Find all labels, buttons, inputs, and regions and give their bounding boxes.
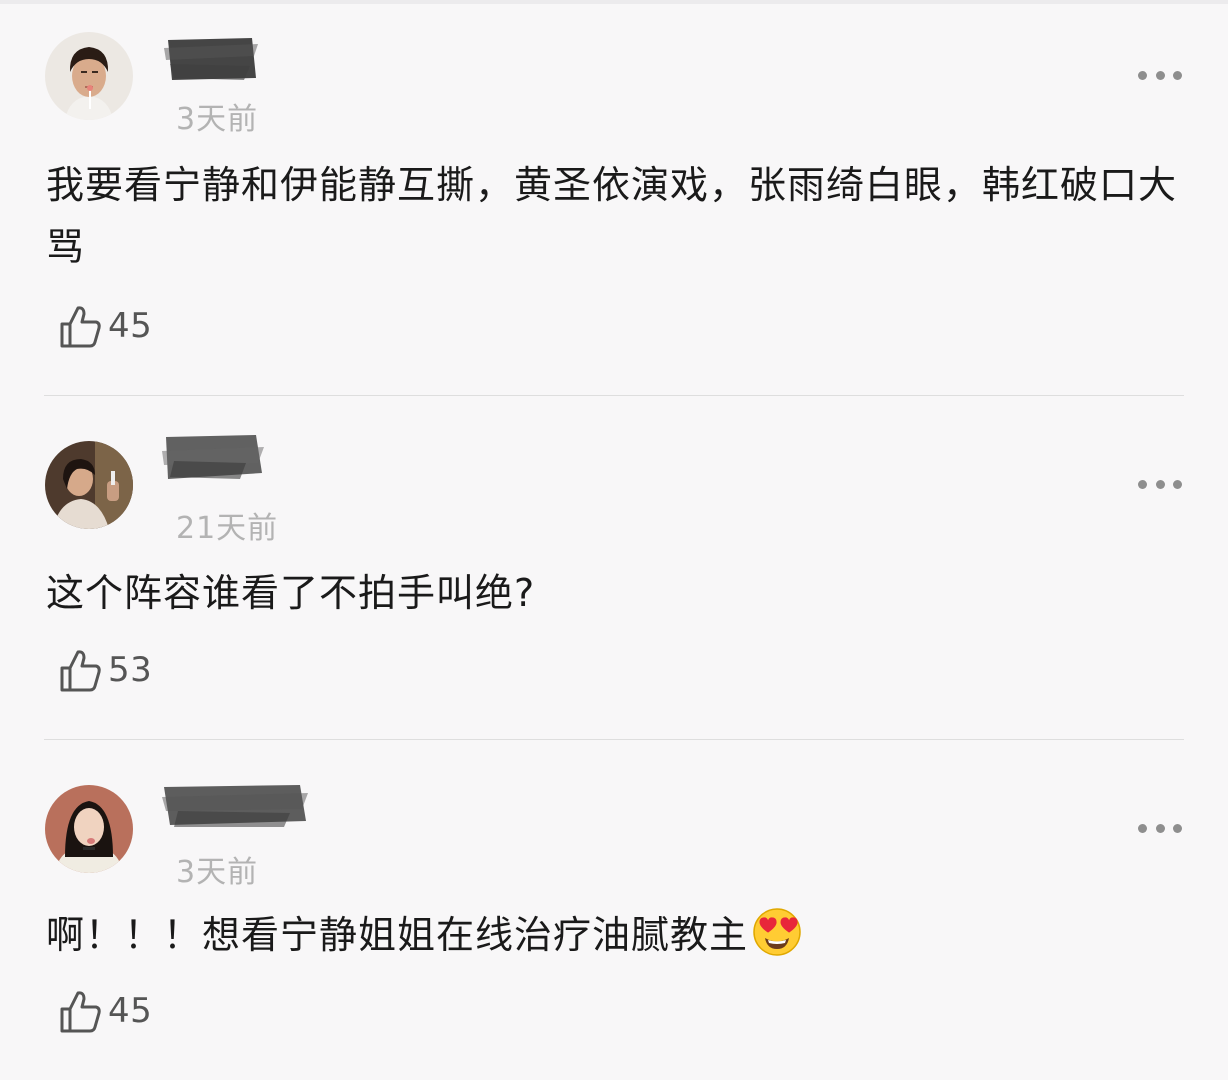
username-redacted[interactable] — [160, 781, 310, 829]
comment-time: 3天前 — [176, 102, 259, 137]
heart-eyes-emoji — [753, 908, 801, 956]
user-avatar[interactable] — [45, 32, 133, 120]
comment-time: 3天前 — [176, 855, 259, 890]
more-options-icon[interactable] — [1138, 479, 1182, 489]
like-count: 45 — [108, 991, 153, 1031]
comment-time: 21天前 — [176, 511, 279, 546]
divider — [44, 395, 1184, 396]
thumbs-up-icon — [60, 650, 101, 692]
comment-text: 我要看宁静和伊能静互撕，黄圣依演戏，张雨绮白眼，韩红破口大骂 — [46, 163, 1178, 269]
thumbs-up-icon — [60, 306, 101, 348]
more-options-icon[interactable] — [1138, 823, 1182, 833]
more-options-icon[interactable] — [1138, 70, 1182, 80]
user-avatar[interactable] — [45, 785, 133, 873]
like-button[interactable]: 45 — [58, 302, 152, 350]
comment-text-body: 啊！！！想看宁静姐姐在线治疗油腻教主 — [46, 913, 749, 957]
like-button[interactable]: 45 — [58, 987, 152, 1035]
comment-item: 21天前 这个阵容谁看了不拍手叫绝? 53 — [0, 397, 1228, 740]
like-count: 45 — [108, 306, 153, 346]
like-count: 53 — [108, 650, 153, 690]
username-redacted[interactable] — [160, 433, 265, 481]
comment-item: 3天前 啊！！！想看宁静姐姐在线治疗油腻教主 45 — [0, 741, 1228, 1080]
thumbs-up-icon — [60, 991, 101, 1033]
username-redacted[interactable] — [160, 34, 260, 82]
comment-item: 3天前 我要看宁静和伊能静互撕，黄圣依演戏，张雨绮白眼，韩红破口大骂 45 — [0, 0, 1228, 396]
comment-text: 这个阵容谁看了不拍手叫绝? — [46, 571, 536, 615]
comment-text: 啊！！！想看宁静姐姐在线治疗油腻教主 — [46, 904, 1186, 966]
like-button[interactable]: 53 — [58, 646, 152, 694]
user-avatar[interactable] — [45, 441, 133, 529]
divider — [44, 739, 1184, 740]
